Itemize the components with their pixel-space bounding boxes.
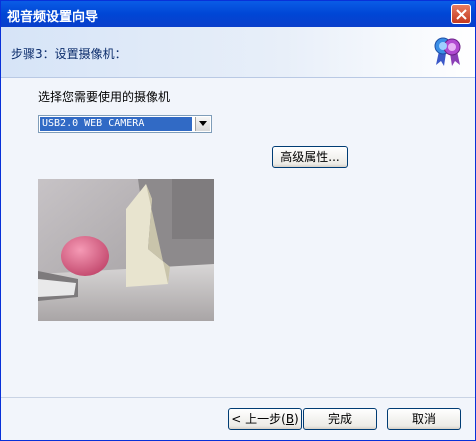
chevron-down-icon (199, 121, 207, 126)
camera-select[interactable]: USB2.0 WEB CAMERA (38, 115, 212, 133)
back-button-mnemonic: B (285, 412, 295, 426)
camera-select-value: USB2.0 WEB CAMERA (40, 117, 192, 131)
advanced-properties-button[interactable]: 高级属性... (272, 146, 348, 168)
title-bar[interactable]: 视音频设置向导 (1, 1, 475, 27)
camera-prompt-label: 选择您需要使用的摄像机 (38, 90, 171, 104)
close-icon (456, 9, 467, 20)
wizard-header: 步骤3：设置摄像机： (1, 27, 475, 78)
finish-button[interactable]: 完成 (303, 408, 377, 430)
step-title: 步骤3：设置摄像机： (11, 47, 127, 61)
wizard-content: 选择您需要使用的摄像机 USB2.0 WEB CAMERA 高级属性... (1, 78, 475, 398)
back-button[interactable]: < 上一步(B) (228, 408, 302, 430)
award-ribbon-icon (434, 37, 461, 66)
back-button-label: < 上一步 (231, 412, 282, 426)
cancel-button[interactable]: 取消 (387, 408, 461, 430)
dropdown-arrow-button[interactable] (195, 117, 210, 131)
footer-divider (1, 397, 475, 398)
window-title: 视音频设置向导 (7, 10, 99, 25)
wizard-window: 视音频设置向导 步骤3：设置摄像机： 选择您需要使用的摄像机 USB2.0 WE… (0, 0, 476, 441)
close-button[interactable] (451, 4, 471, 24)
camera-preview-image (38, 179, 214, 321)
